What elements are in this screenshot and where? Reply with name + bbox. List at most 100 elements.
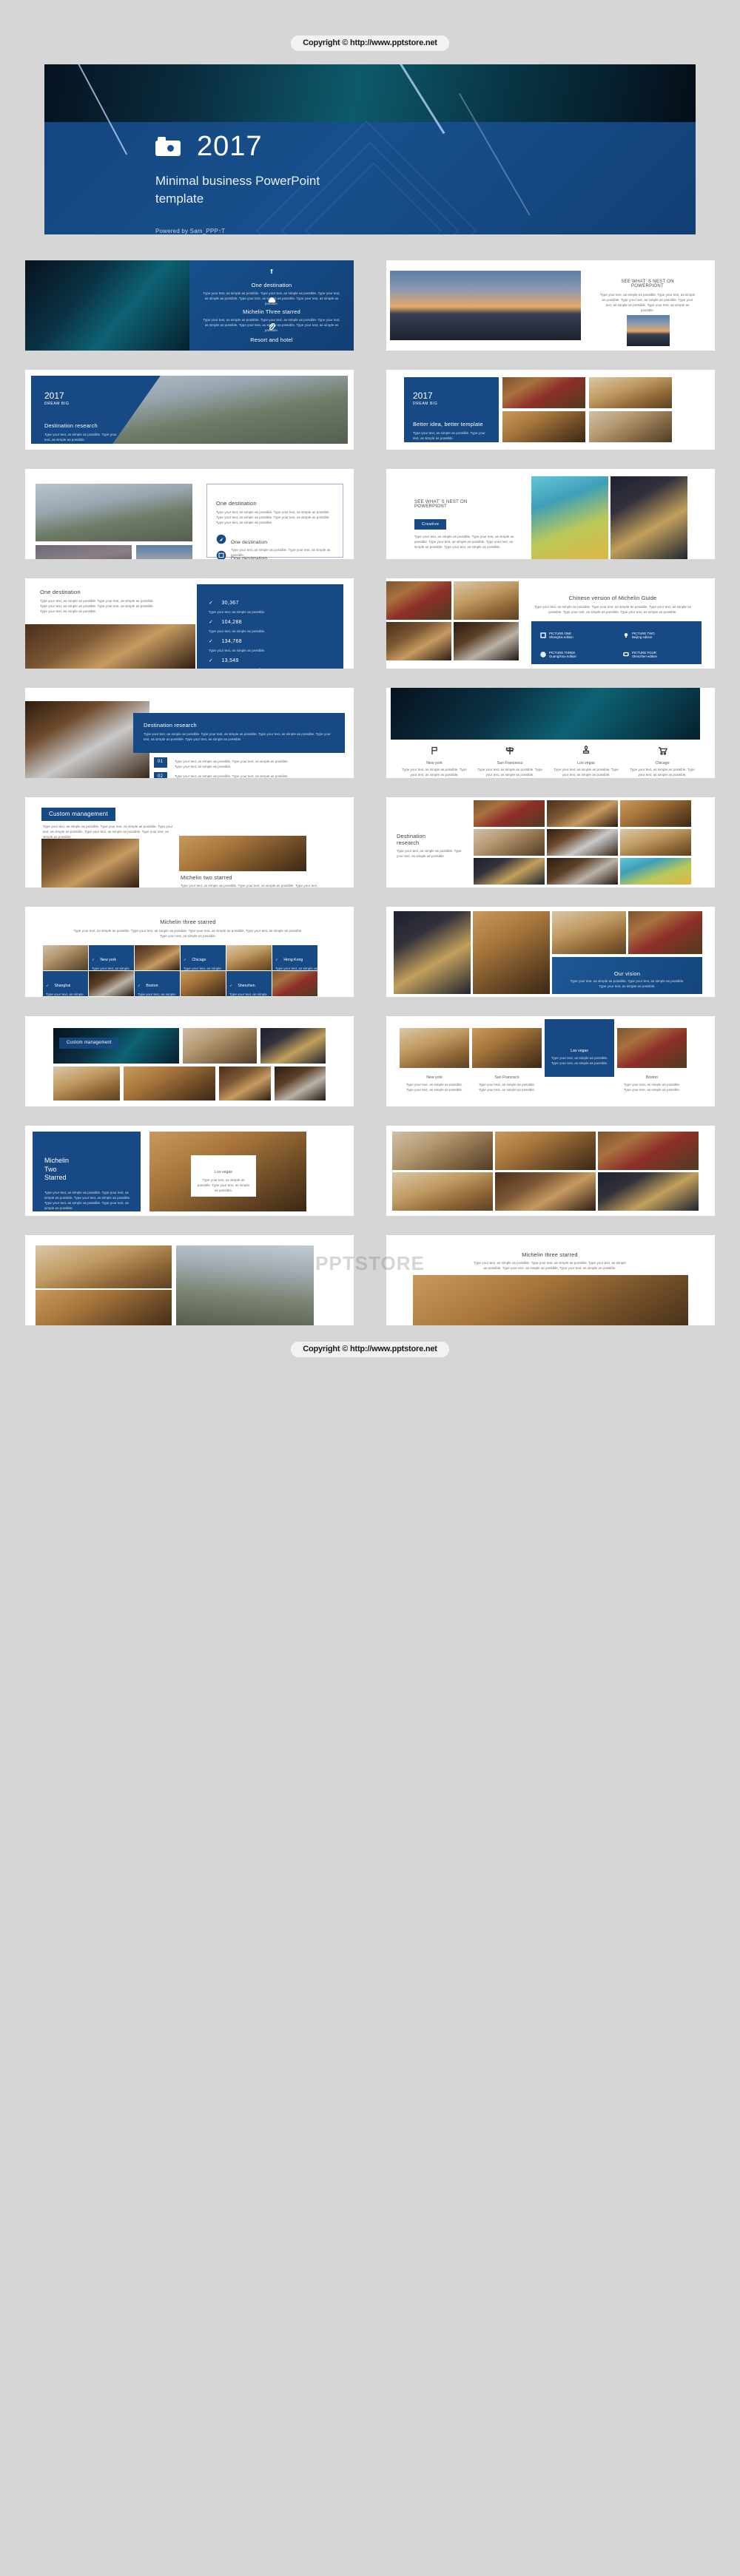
slide-row: One destination Type your text, as simpl… [25, 578, 715, 669]
slide-photo [36, 1290, 172, 1325]
city-label-block: ✓ Shanghai Type your text, as simple as … [46, 977, 87, 997]
slide-thumb-9[interactable]: Destination research Type your text, as … [25, 688, 354, 778]
icon-text: Type your text, as simple as possible. T… [477, 768, 542, 777]
slide-title-line1: Michelin [44, 1157, 70, 1164]
slide-photo [413, 1275, 688, 1325]
slide-photo [392, 1172, 493, 1211]
slide-text: Type your text, as simple as possible. T… [397, 849, 462, 859]
hero-powered-line1: Powered by Sam_PPP↑T [155, 228, 226, 234]
clip-icon [196, 321, 347, 334]
slide-thumb-5[interactable]: One destination Type your text, as simpl… [25, 469, 354, 559]
slide-heading: Michelin Two Starred Type your text, as … [44, 1157, 133, 1211]
icon-feature: Chicago Type your text, as simple as pos… [629, 746, 696, 777]
slide-thumb-12[interactable]: Destination research Type your text, as … [386, 797, 715, 888]
slide-year: 2017 [44, 391, 64, 401]
slide-photo [502, 411, 585, 442]
slide-thumb-1[interactable]: One destination Type your text, as simpl… [25, 260, 354, 351]
slide-text: Type your text, as simple as possible. T… [599, 293, 696, 313]
city-label: Shenzhen [238, 984, 255, 988]
slide-photo [219, 1066, 271, 1101]
custom-management-tag: Custom management [41, 806, 115, 821]
heading-line2: POWERPIONT [414, 504, 448, 509]
slide-photo [41, 839, 139, 888]
slide-heading: 2017 DREAM BIG Destination research Type… [44, 391, 141, 442]
slide-photo [495, 1172, 596, 1211]
slide-photo [620, 800, 691, 827]
feature-title: Michelin Three starred [243, 308, 300, 315]
slide-photo [620, 829, 691, 856]
slide-row: Custom management Type your text, as sim… [25, 797, 715, 888]
slide-photo [391, 688, 700, 740]
feature-title: Resort and hotel [250, 337, 293, 343]
hero-year: 2017 [197, 131, 263, 162]
slide-thumb-4[interactable]: 2017 DREAM BIG Better idea, better templ… [386, 370, 715, 450]
check-icon: ✓ [184, 958, 186, 961]
slide-photo [179, 836, 306, 871]
city-label: Hong Kong [283, 958, 303, 962]
slide-photo [620, 858, 691, 885]
check-icon: ✓ [209, 620, 214, 625]
slide-thumb-14[interactable]: Our vision Type your text, as simple as … [386, 907, 715, 997]
slide-photo [36, 484, 192, 541]
check-icon: ✓ [92, 958, 95, 961]
icon-text: Type your text, as simple as possible. T… [554, 768, 619, 777]
slide-photo [181, 971, 226, 996]
slide-photo [474, 858, 545, 885]
stat-value: 30,367 [221, 601, 239, 606]
slide-heading: One destination Type your text, as simpl… [216, 500, 334, 525]
stat-value: 13,549 [221, 658, 239, 663]
slide-text: Type your text, as simple as possible. T… [44, 433, 117, 442]
slide-thumb-17[interactable]: Michelin Two Starred Type your text, as … [25, 1126, 354, 1216]
slide-thumb-20[interactable]: Michelin three starred Type your text, a… [386, 1235, 715, 1325]
slide-photo [392, 1132, 493, 1170]
slide-text: Type your text, as simple as possible. T… [73, 929, 303, 939]
creative-button[interactable]: Creative [414, 519, 447, 530]
slide-thumb-16[interactable]: New york Type your text, as simple as po… [386, 1016, 715, 1106]
slide-thumb-19[interactable]: Michelin Two Starred Destination researc… [25, 1235, 354, 1325]
stat-value: 104,288 [221, 620, 242, 625]
icon-sublabel: Shanghai edition [549, 635, 574, 639]
copyright-text: Copyright © http://www.pptstore.net [291, 1342, 449, 1357]
slide-text: Type your text, as simple as possible. T… [144, 732, 331, 742]
copyright-bar-bottom: Copyright © http://www.pptstore.net [0, 1342, 740, 1357]
slide-photo [547, 800, 618, 827]
slide-year: 2017 [413, 391, 433, 401]
slide-photo [390, 271, 581, 340]
slide-thumb-2[interactable]: SEE WHAT’ S NEST ON POWERPIONT Type your… [386, 260, 715, 351]
city-label: Chicago [192, 958, 206, 962]
slide-thumb-11[interactable]: Custom management Type your text, as sim… [25, 797, 354, 888]
slide-thumb-6[interactable]: SEE WHAT’ S NEST ON POWERPIONT Creative … [386, 469, 715, 559]
compass-icon [216, 534, 226, 548]
stat-row: ✓ 104,288 Type your text, as simple as p… [209, 614, 334, 634]
slide-photo [275, 1066, 326, 1101]
slide-thumb-3[interactable]: 2017 DREAM BIG Destination research Type… [25, 370, 354, 450]
cart-icon [629, 746, 696, 760]
slide-photo [36, 1245, 172, 1288]
slide-thumb-8[interactable]: Chinese version of Michelin Guide Type y… [386, 578, 715, 669]
slide-thumb-18[interactable] [386, 1126, 715, 1216]
tag-label: Custom management [59, 1038, 119, 1049]
heading-line2: POWERPIONT [630, 284, 664, 288]
slide-heading: Destination research Type your text, as … [397, 833, 466, 859]
city-text: Type your text, as simple as possible. T… [551, 1056, 608, 1066]
step-text: Type your text, as simple as possible. T… [175, 760, 289, 769]
slide-thumb-10[interactable]: New york Type your text, as simple as po… [386, 688, 715, 778]
city-label: New york [426, 1075, 443, 1080]
check-icon: ✓ [46, 984, 49, 987]
icon-sublabel: Shenzhen edition [632, 655, 657, 658]
stat-row: ✓ 13,549 Type your text, as simple as po… [209, 652, 334, 669]
slide-thumb-15[interactable]: Custom management [25, 1016, 354, 1106]
slide-title-line1: Destination [397, 833, 426, 839]
city-label: San Francisco [494, 1075, 519, 1080]
icon-item: PICTURE ONE Shanghai edition [540, 629, 574, 642]
icon-feature: Los vegas Type your text, as simple as p… [553, 746, 619, 777]
slide-row: Destination research Type your text, as … [25, 688, 715, 778]
slide-photo [226, 945, 272, 970]
slide-thumb-7[interactable]: One destination Type your text, as simpl… [25, 578, 354, 669]
slide-row: Michelin Two Starred Destination researc… [25, 1235, 715, 1325]
slide-photo [136, 545, 192, 559]
slide-thumb-13[interactable]: Michelin three starred Type your text, a… [25, 907, 354, 997]
hero-slide: 2017 Minimal business PowerPoint templat… [44, 64, 696, 234]
slide-title: Better idea, better template [413, 421, 483, 427]
slide-photo [495, 1132, 596, 1170]
